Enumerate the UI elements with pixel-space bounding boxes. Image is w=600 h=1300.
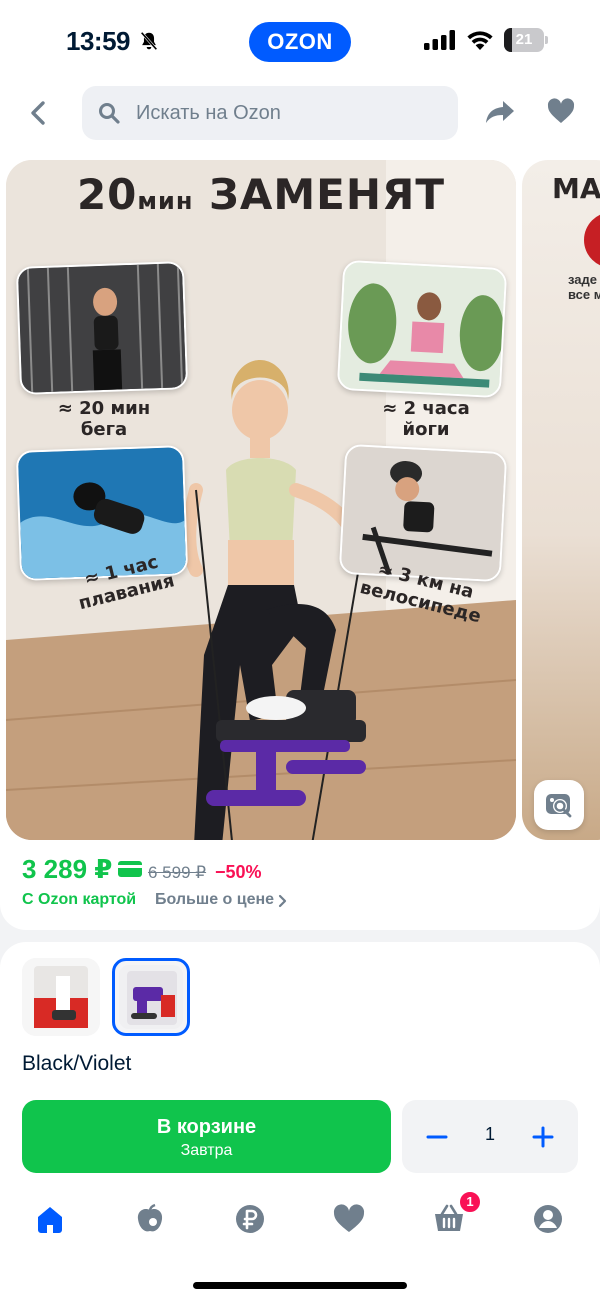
price-block: 3 289 ₽ 6 599 ₽ −50% С Ozon картой Больш… xyxy=(0,850,600,930)
ozon-card-icon xyxy=(118,861,142,877)
share-icon[interactable] xyxy=(484,96,516,128)
search-row xyxy=(0,84,600,142)
variant-selector: Black/Violet xyxy=(0,942,600,1088)
cart-count-badge: 1 xyxy=(458,1190,482,1214)
next-image-slide[interactable]: МА заде все м xyxy=(522,160,600,840)
delivery-date-label: Завтра xyxy=(180,1142,233,1159)
inset-running xyxy=(15,261,189,395)
ozon-logo[interactable]: OZON xyxy=(249,22,351,62)
battery-level-text: 21 xyxy=(515,31,533,48)
cellular-signal-icon xyxy=(424,30,455,50)
variant-thumb-red[interactable] xyxy=(22,958,100,1036)
fresh-icon[interactable] xyxy=(133,1202,167,1236)
heart-icon[interactable] xyxy=(546,96,576,126)
product-screen: 13:59 OZON 21 Искать на Ozon 20мин ЗАМЕН… xyxy=(0,0,600,1300)
quantity-stepper: 1 xyxy=(402,1100,578,1173)
search-icon xyxy=(99,103,120,124)
in-cart-label: В корзине xyxy=(156,1116,257,1138)
product-image-slide[interactable]: 20мин ЗАМЕНЯТ ≈ 20 мин бега ≈ 2 часа йог… xyxy=(6,160,516,840)
home-indicator xyxy=(193,1282,407,1289)
cart-bar: В корзине Завтра 1 xyxy=(0,1088,600,1188)
quantity-value: 1 xyxy=(484,1124,495,1144)
price-details-link[interactable]: Больше о цене xyxy=(155,891,274,909)
status-bar: 13:59 OZON 21 xyxy=(0,0,600,80)
inset-yoga xyxy=(336,259,508,399)
next-slide-badge xyxy=(584,212,600,268)
variant-thumb-black-violet[interactable] xyxy=(112,958,190,1036)
search-box[interactable] xyxy=(82,86,458,140)
minus-icon[interactable] xyxy=(424,1124,450,1150)
finance-icon[interactable] xyxy=(233,1202,267,1236)
ozon-card-label: С Ozon картой xyxy=(22,891,137,908)
image-search-icon xyxy=(546,794,572,818)
home-icon[interactable] xyxy=(33,1202,67,1236)
selected-variant-label: Black/Violet xyxy=(22,1052,132,1075)
in-cart-button[interactable]: В корзине Завтра xyxy=(22,1100,391,1173)
slide-title: 20мин ЗАМЕНЯТ xyxy=(76,170,446,219)
product-gallery[interactable]: 20мин ЗАМЕНЯТ ≈ 20 мин бега ≈ 2 часа йог… xyxy=(0,160,600,850)
image-search-button[interactable] xyxy=(534,780,584,830)
caption-yoga: ≈ 2 часа йоги xyxy=(382,398,470,440)
plus-icon[interactable] xyxy=(530,1124,556,1150)
profile-icon[interactable] xyxy=(531,1202,565,1236)
wifi-icon xyxy=(467,31,493,50)
back-arrow-icon[interactable] xyxy=(22,96,56,130)
caption-running: ≈ 20 мин бега xyxy=(57,398,151,440)
current-price: 3 289 ₽ xyxy=(22,854,113,884)
chevron-right-icon[interactable] xyxy=(278,894,288,908)
bottom-navigation: 1 xyxy=(0,1188,600,1300)
search-input[interactable] xyxy=(136,86,436,140)
status-time: 13:59 xyxy=(66,26,131,56)
next-slide-title: МА xyxy=(552,172,600,205)
discount-badge: −50% xyxy=(215,862,262,882)
top-bar: 13:59 OZON 21 xyxy=(0,0,600,160)
favorites-icon[interactable] xyxy=(332,1202,366,1236)
old-price: 6 599 ₽ xyxy=(148,863,207,882)
bell-muted-icon xyxy=(140,31,158,51)
battery-indicator: 21 xyxy=(504,28,548,52)
next-slide-text: заде все м xyxy=(568,272,600,302)
